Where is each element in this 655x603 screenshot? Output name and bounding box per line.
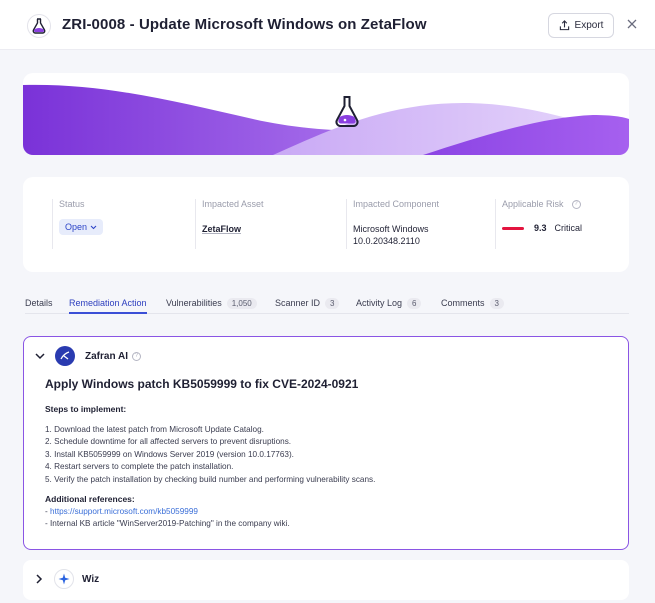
impacted-asset-field: Impacted Asset ZetaFlow: [195, 199, 340, 249]
page-title: ZRI-0008 - Update Microsoft Windows on Z…: [62, 16, 427, 33]
comments-count: 3: [489, 297, 504, 309]
zafran-ai-panel: Zafran AI ? Apply Windows patch KB505999…: [23, 336, 629, 550]
wiz-header[interactable]: Wiz: [33, 569, 99, 589]
reference-item: - Internal KB article "WinServer2019-Pat…: [45, 519, 290, 529]
remediation-title: Apply Windows patch KB5059999 to fix CVE…: [45, 377, 359, 391]
scanner-id-count: 3: [325, 297, 340, 309]
component-version: 10.0.20348.2110: [353, 236, 420, 246]
risk-severity: Critical: [554, 223, 583, 233]
applicable-risk-field: Applicable Risk ? 9.3 Critical: [495, 199, 620, 249]
impacted-component-field: Impacted Component Microsoft Windows 10.…: [346, 199, 491, 249]
status-value: Open: [65, 222, 88, 232]
step-item: 4. Restart servers to complete the patch…: [45, 462, 234, 472]
tab-activity-log[interactable]: Activity Log 6: [356, 294, 422, 312]
wiz-panel: Wiz: [23, 560, 629, 600]
export-button[interactable]: Export: [548, 13, 614, 38]
chevron-down-icon[interactable]: [34, 350, 46, 362]
step-item: 1. Download the latest patch from Micros…: [45, 425, 264, 434]
tab-vulnerabilities[interactable]: Vulnerabilities 1,050: [166, 294, 257, 312]
activity-log-count: 6: [407, 297, 422, 309]
steps-heading: Steps to implement:: [45, 404, 127, 414]
info-icon[interactable]: ?: [571, 199, 581, 209]
wave-illustration: [23, 84, 629, 155]
steps-list: 1. Download the latest patch from Micros…: [45, 424, 375, 486]
info-icon[interactable]: ?: [131, 351, 141, 361]
hero-banner: [23, 73, 629, 155]
zafran-ai-name: Zafran AI: [85, 350, 128, 362]
references-heading: Additional references:: [45, 494, 135, 504]
status-label: Status: [59, 199, 85, 209]
risk-bar: [502, 226, 524, 230]
page-header: ZRI-0008 - Update Microsoft Windows on Z…: [0, 0, 655, 50]
status-dropdown[interactable]: Open: [59, 219, 104, 235]
vulnerabilities-count: 1,050: [226, 297, 257, 309]
tab-bar: Details Remediation Action Vulnerabiliti…: [25, 290, 629, 314]
export-label: Export: [574, 20, 604, 31]
zafran-logo-icon: [55, 346, 75, 366]
wiz-name: Wiz: [82, 573, 100, 585]
close-button[interactable]: [623, 15, 641, 33]
component-name: Microsoft Windows: [353, 224, 429, 234]
tab-remediation-action[interactable]: Remediation Action: [69, 294, 147, 314]
zafran-ai-header[interactable]: Zafran AI ?: [34, 346, 141, 366]
chevron-down-icon: [90, 225, 97, 229]
step-item: 5. Verify the patch installation by chec…: [45, 474, 376, 484]
issue-summary-card: Status Open Impacted Asset ZetaFlow Impa…: [23, 177, 629, 272]
step-item: 3. Install KB5059999 on Windows Server 2…: [45, 449, 294, 459]
risk-indicator: 9.3 Critical: [502, 223, 620, 233]
microsoft-support-link[interactable]: https://support.microsoft.com/kb5059999: [50, 507, 198, 516]
impacted-asset-label: Impacted Asset: [202, 199, 264, 209]
applicable-risk-label: Applicable Risk: [502, 199, 564, 209]
references-list: - https://support.microsoft.com/kb505999…: [45, 506, 290, 531]
risk-score: 9.3: [534, 223, 547, 233]
tab-comments[interactable]: Comments 3: [441, 294, 504, 312]
impacted-component-label: Impacted Component: [353, 199, 440, 209]
wiz-logo-icon: [54, 569, 74, 589]
status-field: Status Open: [52, 199, 192, 249]
tab-details[interactable]: Details: [25, 294, 53, 312]
step-item: 2. Schedule downtime for all affected se…: [45, 437, 292, 447]
reference-item: - https://support.microsoft.com/kb505999…: [45, 507, 198, 516]
close-icon: [627, 19, 637, 29]
flask-icon: [335, 96, 359, 128]
flask-icon: [27, 14, 51, 38]
tab-scanner-id[interactable]: Scanner ID 3: [275, 294, 340, 312]
impacted-asset-link[interactable]: ZetaFlow: [202, 223, 340, 235]
export-icon: [559, 20, 569, 31]
chevron-right-icon[interactable]: [33, 573, 45, 585]
